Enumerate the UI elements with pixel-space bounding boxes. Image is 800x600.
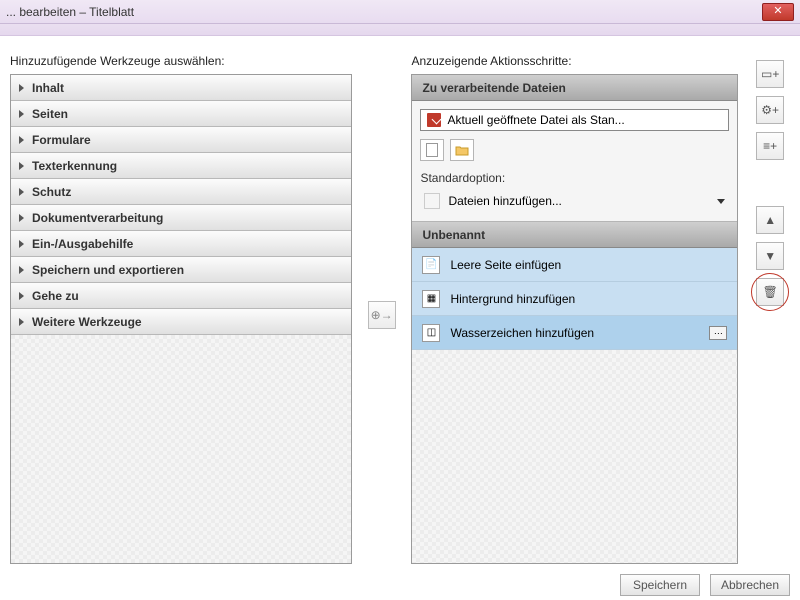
- chevron-right-icon: [19, 188, 24, 196]
- group-header[interactable]: Unbenannt: [412, 222, 737, 248]
- trash-icon: 🗑: [763, 285, 778, 299]
- gear-add-icon: ⚙+: [761, 103, 779, 117]
- add-files-panel-button[interactable]: ▭+: [756, 60, 784, 88]
- move-up-button[interactable]: ▲: [756, 206, 784, 234]
- add-step-button[interactable]: ⊕→: [368, 301, 396, 329]
- acc-weitere-werkzeuge[interactable]: Weitere Werkzeuge: [11, 309, 351, 335]
- tab-strip: [0, 24, 800, 36]
- window-title: ... bearbeiten – Titelblatt: [6, 5, 762, 19]
- panel-add-icon: ▭+: [761, 67, 779, 81]
- folder-icon: [455, 144, 469, 156]
- chevron-right-icon: [19, 84, 24, 92]
- std-option-dropdown[interactable]: Dateien hinzufügen...: [420, 189, 729, 213]
- left-heading: Hinzuzufügende Werkzeuge auswählen:: [10, 54, 352, 68]
- acc-texterkennung[interactable]: Texterkennung: [11, 153, 351, 179]
- add-instruction-button[interactable]: ⚙+: [756, 96, 784, 124]
- move-down-button[interactable]: ▼: [756, 242, 784, 270]
- page-icon: [426, 143, 438, 157]
- delete-step-button[interactable]: 🗑: [756, 278, 784, 306]
- right-heading: Anzuzeigende Aktionsschritte:: [411, 54, 738, 68]
- triangle-up-icon: ▲: [764, 213, 776, 227]
- page-plus-icon: 📄: [422, 256, 440, 274]
- caret-down-icon: [717, 199, 725, 204]
- chevron-right-icon: [19, 266, 24, 274]
- add-divider-button[interactable]: ≡+: [756, 132, 784, 160]
- pdf-icon: [427, 113, 441, 127]
- triangle-down-icon: ▼: [764, 249, 776, 263]
- acc-seiten[interactable]: Seiten: [11, 101, 351, 127]
- step-options-button[interactable]: ⋯: [709, 326, 727, 340]
- chevron-right-icon: [19, 318, 24, 326]
- acc-speichern-exportieren[interactable]: Speichern und exportieren: [11, 257, 351, 283]
- add-files-icon: [424, 193, 440, 209]
- chevron-right-icon: [19, 292, 24, 300]
- step-insert-blank-page[interactable]: 📄 Leere Seite einfügen: [412, 248, 737, 282]
- steps-panel: Zu verarbeitende Dateien Aktuell geöffne…: [411, 74, 738, 564]
- plus-arrow-icon: ⊕→: [371, 308, 393, 322]
- background-icon: ▦: [422, 290, 440, 308]
- open-folder-button[interactable]: [450, 139, 474, 161]
- acc-inhalt[interactable]: Inhalt: [11, 75, 351, 101]
- chevron-right-icon: [19, 136, 24, 144]
- std-option-label: Standardoption:: [420, 171, 729, 185]
- files-section-header: Zu verarbeitende Dateien: [412, 75, 737, 101]
- watermark-icon: ◫: [422, 324, 440, 342]
- chevron-right-icon: [19, 162, 24, 170]
- titlebar: ... bearbeiten – Titelblatt ✕: [0, 0, 800, 24]
- tools-panel: Inhalt Seiten Formulare Texterkennung Sc…: [10, 74, 352, 564]
- save-button[interactable]: Speichern: [620, 574, 700, 596]
- chevron-right-icon: [19, 214, 24, 222]
- step-add-watermark[interactable]: ◫ Wasserzeichen hinzufügen ⋯: [412, 316, 737, 350]
- chevron-right-icon: [19, 240, 24, 248]
- close-button[interactable]: ✕: [762, 3, 794, 21]
- acc-schutz[interactable]: Schutz: [11, 179, 351, 205]
- acc-ein-ausgabehilfe[interactable]: Ein-/Ausgabehilfe: [11, 231, 351, 257]
- acc-gehe-zu[interactable]: Gehe zu: [11, 283, 351, 309]
- default-file-dropdown[interactable]: Aktuell geöffnete Datei als Stan...: [420, 109, 729, 131]
- cancel-button[interactable]: Abbrechen: [710, 574, 790, 596]
- divider-add-icon: ≡+: [763, 139, 777, 153]
- chevron-right-icon: [19, 110, 24, 118]
- acc-dokumentverarbeitung[interactable]: Dokumentverarbeitung: [11, 205, 351, 231]
- new-file-button[interactable]: [420, 139, 444, 161]
- empty-area: [412, 350, 737, 563]
- step-add-background[interactable]: ▦ Hintergrund hinzufügen: [412, 282, 737, 316]
- default-file-text: Aktuell geöffnete Datei als Stan...: [447, 113, 624, 127]
- acc-formulare[interactable]: Formulare: [11, 127, 351, 153]
